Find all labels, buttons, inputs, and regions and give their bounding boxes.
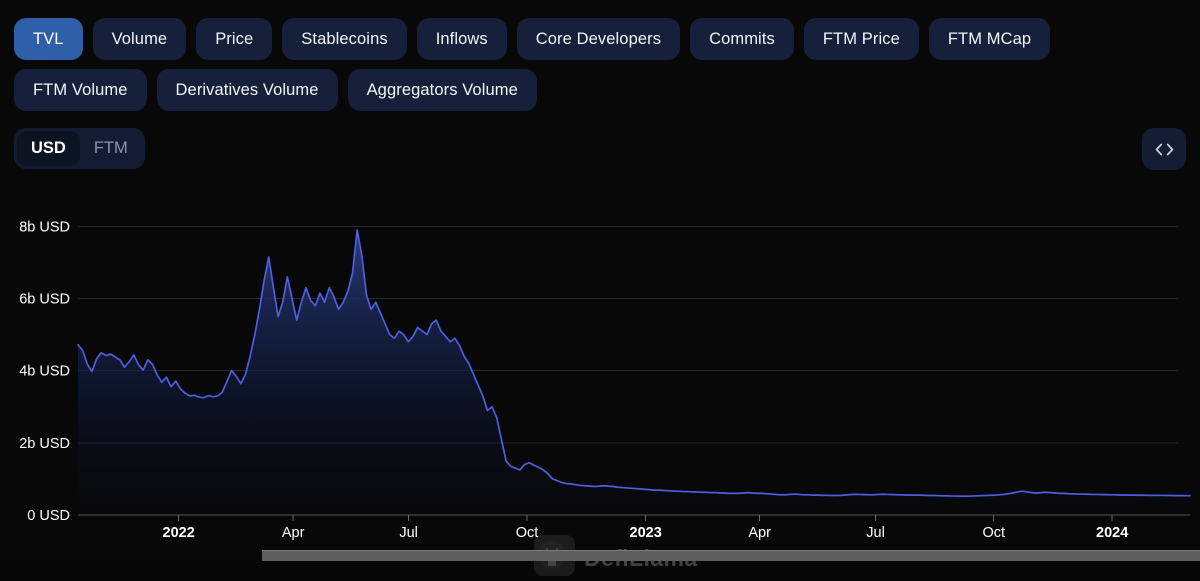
- x-axis-label: 2022: [163, 525, 195, 540]
- chart-x-axis-labels: 2022 Apr Jul Oct 2023 Apr Jul Oct 2024: [163, 525, 1129, 540]
- tab-inflows[interactable]: Inflows: [416, 18, 507, 60]
- x-axis-label: Oct: [516, 525, 539, 540]
- x-axis-label: Apr: [282, 525, 305, 540]
- tab-commits[interactable]: Commits: [690, 18, 794, 60]
- x-axis-label: 2023: [630, 525, 662, 540]
- tab-price[interactable]: Price: [196, 18, 273, 60]
- x-axis-label: Jul: [866, 525, 885, 540]
- x-axis-label: 2024: [1096, 525, 1128, 540]
- tab-tvl[interactable]: TVL: [14, 18, 83, 60]
- y-axis-label: 4b USD: [19, 364, 70, 380]
- metric-tabs: TVL Volume Price Stablecoins Inflows Core Dev…: [14, 18, 1186, 111]
- tab-label: Volume: [111, 29, 168, 48]
- x-axis-label: Jul: [399, 525, 418, 540]
- chart-y-axis-labels: 0 USD 2b USD 4b USD 6b USD 8b USD: [19, 219, 70, 524]
- tab-label: TVL: [33, 29, 64, 48]
- tab-ftm-volume[interactable]: FTM Volume: [14, 69, 147, 111]
- tvl-chart-page: TVL Volume Price Stablecoins Inflows Core Dev…: [0, 0, 1200, 576]
- tab-label: Commits: [709, 29, 775, 48]
- tab-aggregators-volume[interactable]: Aggregators Volume: [347, 69, 537, 111]
- currency-toggle[interactable]: USD FTM: [14, 128, 145, 169]
- tab-stablecoins[interactable]: Stablecoins: [282, 18, 407, 60]
- currency-option-ftm[interactable]: FTM: [80, 131, 142, 166]
- tab-label: Core Developers: [535, 29, 662, 48]
- chart-x-tickmarks: [178, 515, 1113, 521]
- chart-range-slider[interactable]: [262, 550, 1200, 561]
- tab-label: Price: [215, 29, 254, 48]
- chart-canvas[interactable]: 0 USD 2b USD 4b USD 6b USD 8b USD 2022 Apr Jul…: [0, 190, 1200, 540]
- tab-ftm-price[interactable]: FTM Price: [803, 18, 919, 60]
- tab-ftm-mcap[interactable]: FTM MCap: [928, 18, 1051, 60]
- tab-derivatives-volume[interactable]: Derivatives Volume: [156, 69, 338, 111]
- chart-area-fill: [78, 230, 1190, 515]
- tab-label: FTM Price: [822, 29, 900, 48]
- y-axis-label: 6b USD: [19, 292, 70, 308]
- code-brackets-icon: [1155, 142, 1174, 157]
- tab-label: Stablecoins: [301, 29, 388, 48]
- tab-core-developers[interactable]: Core Developers: [516, 18, 681, 60]
- x-axis-label: Apr: [748, 525, 771, 540]
- y-axis-label: 2b USD: [19, 436, 70, 452]
- tab-label: FTM MCap: [947, 29, 1032, 48]
- currency-option-usd[interactable]: USD: [17, 131, 80, 166]
- tab-label: Inflows: [435, 29, 488, 48]
- x-axis-label: Oct: [982, 525, 1005, 540]
- y-axis-label: 8b USD: [19, 219, 70, 235]
- tab-label: FTM Volume: [33, 80, 128, 99]
- embed-code-button[interactable]: [1142, 128, 1186, 170]
- y-axis-label: 0 USD: [27, 508, 70, 524]
- tab-label: Derivatives Volume: [175, 80, 319, 99]
- tab-volume[interactable]: Volume: [92, 18, 187, 60]
- tab-label: Aggregators Volume: [366, 80, 518, 99]
- tvl-chart[interactable]: 0 USD 2b USD 4b USD 6b USD 8b USD 2022 Apr Jul…: [0, 190, 1200, 576]
